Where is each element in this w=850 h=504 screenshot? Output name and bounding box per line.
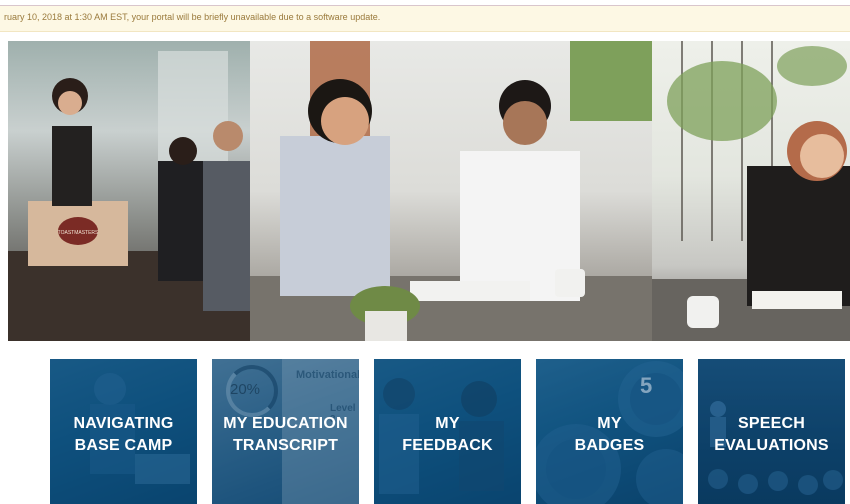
tile-label-line-1: MY — [435, 415, 460, 432]
hero-panel-writer — [652, 41, 850, 341]
tile-label: MY EDUCATION TRANSCRIPT — [212, 413, 359, 457]
tile-navigating-base-camp[interactable]: NAVIGATING BASE CAMP — [50, 359, 197, 504]
maintenance-banner: ruary 10, 2018 at 1:30 AM EST, your port… — [0, 6, 850, 32]
tile-my-badges[interactable]: 5 MY BADGES — [536, 359, 683, 504]
meeting-scene — [250, 41, 652, 341]
tile-my-feedback[interactable]: MY FEEDBACK — [374, 359, 521, 504]
tile-label: MY FEEDBACK — [374, 413, 521, 457]
tile-label-line-1: MY EDUCATION — [223, 415, 348, 432]
tile-my-education-transcript[interactable]: 20% Motivational Level 3 MY EDUCATION TR… — [212, 359, 359, 504]
tile-label-line-1: NAVIGATING — [73, 415, 174, 432]
hero-panel-meeting — [250, 41, 652, 341]
tile-speech-evaluations[interactable]: SPEECH EVALUATIONS — [698, 359, 845, 504]
tile-label-line-2: FEEDBACK — [402, 437, 493, 454]
hero-panel-presenter: TOASTMASTERS — [8, 41, 250, 341]
tile-label-line-2: BASE CAMP — [74, 437, 173, 454]
tile-label: MY BADGES — [536, 413, 683, 457]
tile-label-line-1: SPEECH — [738, 415, 805, 432]
lectern-logo-text: TOASTMASTERS — [58, 230, 99, 236]
presenter-scene: TOASTMASTERS — [8, 51, 250, 341]
navigation-tiles: NAVIGATING BASE CAMP 20% Motivational Le… — [50, 359, 845, 504]
tile-label: NAVIGATING BASE CAMP — [50, 413, 197, 457]
hero-image: TOASTMASTERS — [8, 41, 850, 341]
tile-label-line-2: TRANSCRIPT — [232, 437, 339, 454]
tile-label-line-2: BADGES — [574, 437, 645, 454]
tile-label-line-1: MY — [597, 415, 622, 432]
writer-scene — [652, 41, 850, 341]
tile-label: SPEECH EVALUATIONS — [698, 413, 845, 457]
maintenance-banner-text: ruary 10, 2018 at 1:30 AM EST, your port… — [4, 12, 381, 22]
tile-label-line-2: EVALUATIONS — [714, 437, 829, 454]
